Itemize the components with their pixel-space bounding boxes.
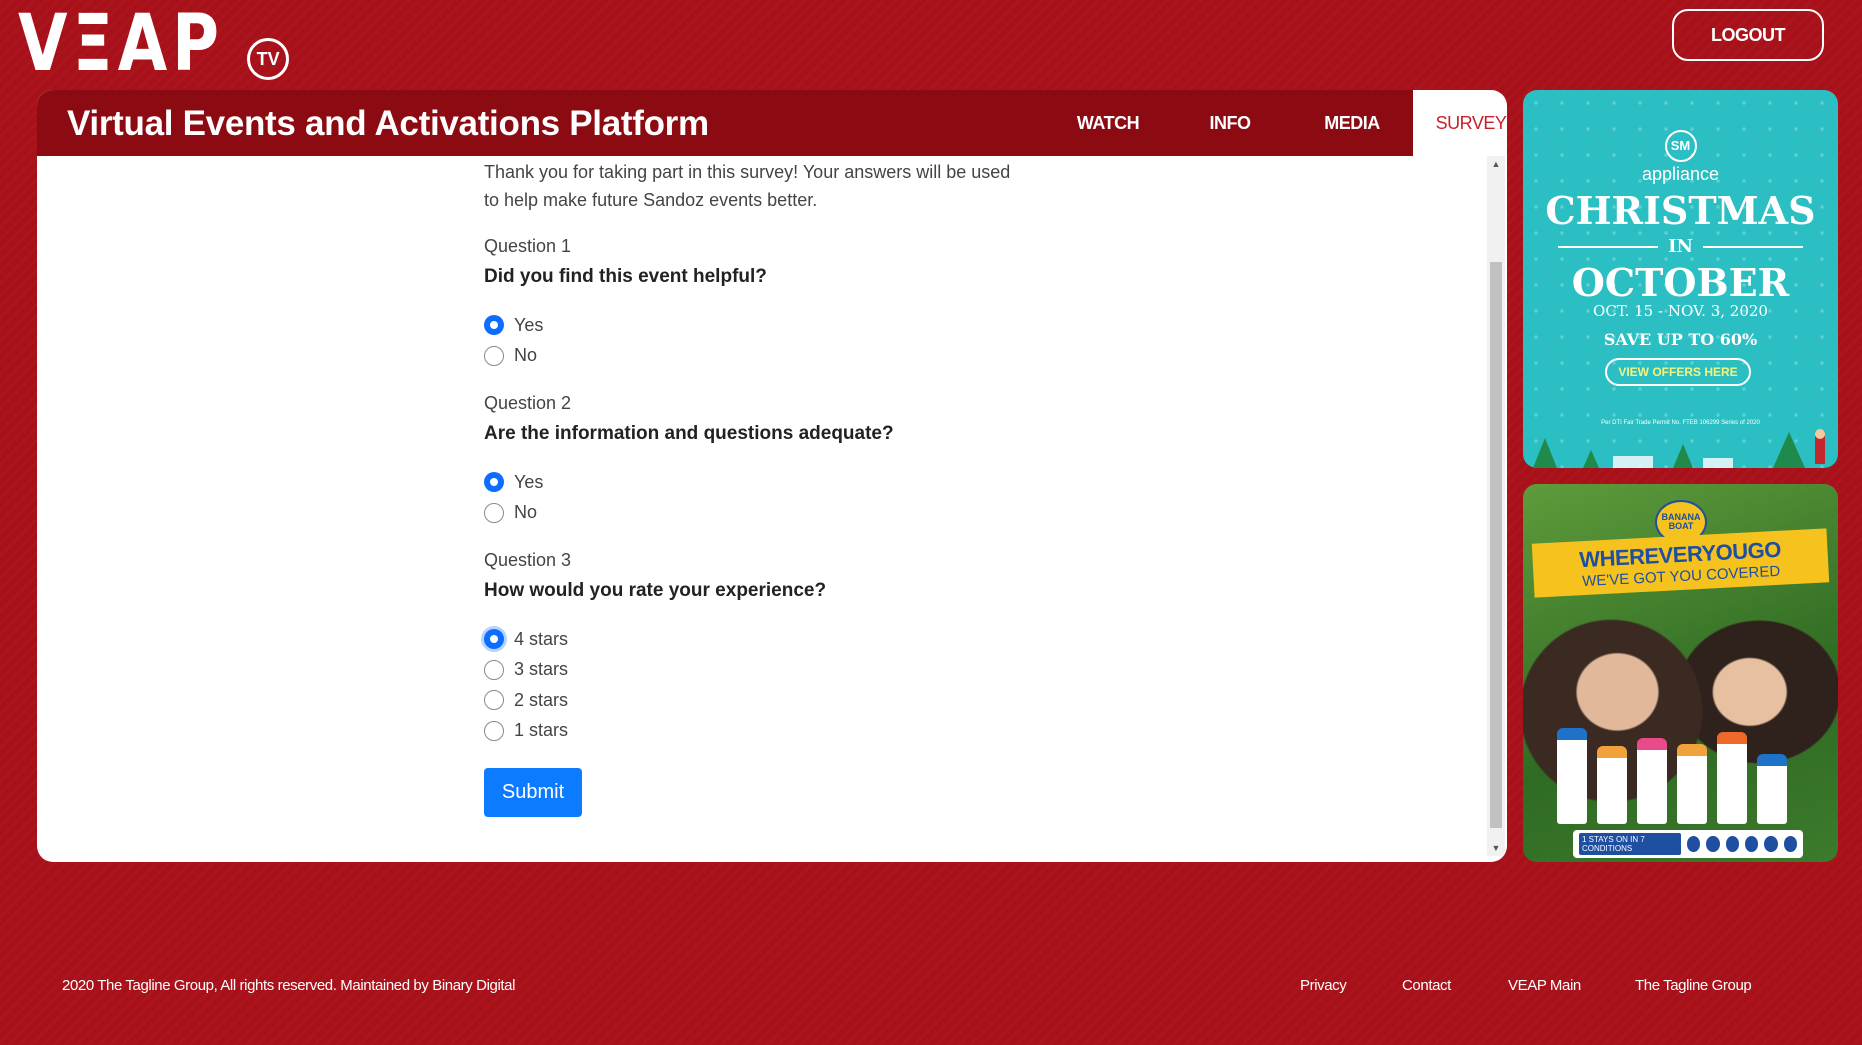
radio-button[interactable] [484,345,504,366]
footer-link-contact[interactable]: Contact [1402,977,1508,994]
feature-icon [1706,836,1720,852]
question-label: Question 2 [484,393,572,413]
option-label: 1 stars [514,720,569,741]
submit-button[interactable]: Submit [484,768,582,817]
question-3: Question 3 How would you rate your exper… [484,548,1104,746]
radio-button-checked[interactable] [484,629,504,650]
option-no[interactable]: No [484,498,1104,529]
question-label: Question 3 [484,550,572,570]
sunscreen-ad[interactable]: BANANA BOAT WHEREVERYOUGO WE'VE GOT YOU … [1523,484,1838,862]
option-label: Yes [514,471,544,492]
product-lineup [1557,728,1787,824]
sunscreen-bottle-icon [1597,746,1627,824]
option-label: 4 stars [514,628,569,649]
sm-logo-icon: SM [1664,130,1697,162]
option-yes[interactable]: Yes [484,310,1104,341]
ad-title: CHRISTMAS [1545,188,1816,233]
nav-tabs: WATCH INFO MEDIA SURVEY [1047,90,1507,156]
question-2: Question 2 Are the information and quest… [484,391,1104,528]
tab-survey[interactable]: SURVEY [1413,90,1507,156]
christmas-in-october-ad[interactable]: SM appliance CHRISTMAS IN OCTOBER OCT. 1… [1523,90,1838,468]
option-yes[interactable]: Yes [484,467,1104,498]
option-label: No [514,502,538,523]
feature-icon [1745,836,1759,852]
question-options: Yes No [484,467,1104,528]
option-label: 2 stars [514,689,569,710]
feature-icon [1783,836,1797,852]
question-label: Question 1 [484,236,572,256]
ad-title-month: OCTOBER [1571,260,1790,305]
feature-chip: 1 STAYS ON IN 7 CONDITIONS [1579,833,1682,855]
feature-strip: 1 STAYS ON IN 7 CONDITIONS [1573,830,1803,858]
sunscreen-bottle-icon [1677,744,1707,824]
radio-button[interactable] [484,502,504,523]
scroll-down-arrow-icon[interactable]: ▼ [1487,840,1505,856]
feature-icon [1764,836,1778,852]
intro-line: to help make future Sandoz events better… [484,190,818,210]
tab-media[interactable]: MEDIA [1291,90,1413,156]
feature-icon [1687,836,1701,852]
panel-header: Virtual Events and Activations Platform … [37,90,1507,156]
footer-link-privacy[interactable]: Privacy [1300,977,1402,994]
ad-promo: SAVE UP TO 60% [1603,330,1758,349]
radio-button[interactable] [484,690,504,711]
question-text: Did you find this event helpful? [484,266,767,287]
ad-dates: OCT. 15 - NOV. 3, 2020 [1593,302,1768,320]
option-3-stars[interactable]: 3 stars [484,655,1104,686]
feature-icon [1725,836,1740,852]
logo-wordmark: VΞAP [18,0,224,89]
view-offers-button[interactable]: VIEW OFFERS HERE [1605,358,1751,386]
survey-intro: Thank you for taking part in this survey… [484,158,1104,214]
vertical-scrollbar[interactable]: ▲ ▼ [1487,156,1505,856]
question-text: How would you rate your experience? [484,580,827,601]
tv-badge-icon: TV [247,38,290,80]
footer-copyright: 2020 The Tagline Group, All rights reser… [62,977,516,994]
sunscreen-bottle-icon [1757,754,1787,824]
question-1: Question 1 Did you find this event helpf… [484,234,1104,371]
sunscreen-bottle-icon [1717,732,1747,824]
main-panel: Virtual Events and Activations Platform … [37,90,1507,862]
footer-link-veap-main[interactable]: VEAP Main [1508,977,1635,994]
sm-appliance-logo: SM appliance [1523,130,1838,185]
question-text: Are the information and questions adequa… [484,423,894,444]
sunscreen-bottle-icon [1637,738,1667,824]
option-label: Yes [514,314,544,335]
intro-line: Thank you for taking part in this survey… [484,162,1011,182]
ad-brand: appliance [1641,164,1720,184]
option-no[interactable]: No [484,341,1104,372]
scrollbar-thumb[interactable] [1490,262,1502,828]
radio-button-checked[interactable] [484,472,504,493]
sunscreen-bottle-icon [1557,728,1587,824]
question-options: 4 stars 3 stars 2 stars 1 stars [484,624,1104,746]
tab-info[interactable]: INFO [1169,90,1291,156]
footer-links: Privacy Contact VEAP Main The Tagline Gr… [1300,977,1752,994]
option-1-stars[interactable]: 1 stars [484,716,1104,747]
tab-watch[interactable]: WATCH [1047,90,1169,156]
logout-button[interactable]: LOGOUT [1672,9,1824,61]
page-title: Virtual Events and Activations Platform [67,104,709,143]
radio-button[interactable] [484,659,504,680]
question-options: Yes No [484,310,1104,371]
christmas-trees-icon [1533,429,1825,468]
radio-button[interactable] [484,720,504,741]
veap-tv-logo[interactable]: VΞAP TV [18,0,290,89]
survey-form: Thank you for taking part in this survey… [484,156,1104,817]
ad-fine-print: Per DTI Fair Trade Permit No. FTEB 10629… [1601,420,1760,426]
radio-button-checked[interactable] [484,315,504,336]
option-label: No [514,345,538,366]
option-2-stars[interactable]: 2 stars [484,685,1104,716]
option-label: 3 stars [514,659,569,680]
option-4-stars[interactable]: 4 stars [484,624,1104,655]
footer-link-tagline-group[interactable]: The Tagline Group [1635,977,1752,994]
ad-title-connector: IN [1523,236,1838,257]
scroll-up-arrow-icon[interactable]: ▲ [1487,156,1505,172]
